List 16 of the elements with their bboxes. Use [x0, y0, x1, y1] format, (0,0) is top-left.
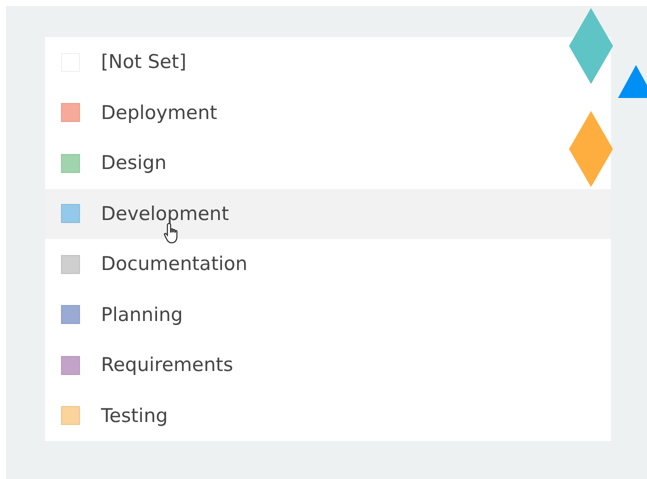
option-row[interactable]: [Not Set]: [45, 37, 568, 88]
option-label: [Not Set]: [101, 51, 186, 74]
option-label: Requirements: [101, 354, 234, 376]
option-row[interactable]: Planning: [45, 290, 568, 340]
option-row[interactable]: Requirements: [45, 340, 568, 390]
option-row[interactable]: Testing: [45, 390, 568, 441]
option-row[interactable]: Documentation: [45, 239, 568, 290]
option-row[interactable]: Deployment: [45, 88, 568, 138]
option-label: Design: [101, 152, 167, 174]
option-label: Development: [101, 202, 229, 225]
option-label: Deployment: [101, 102, 218, 124]
option-label: Documentation: [101, 253, 248, 276]
option-label: Testing: [101, 404, 168, 427]
option-label: Planning: [101, 304, 183, 326]
option-row[interactable]: Design: [45, 138, 568, 188]
triangle-shape: [618, 65, 647, 98]
